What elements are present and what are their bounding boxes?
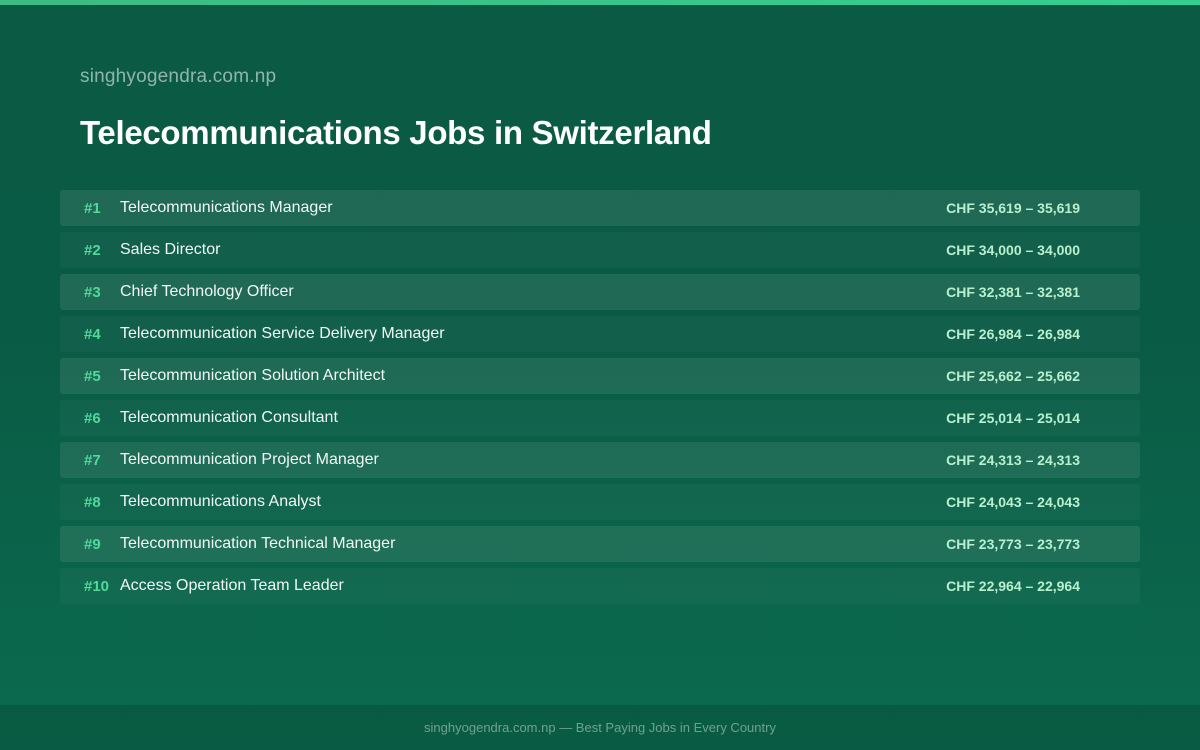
job-rank: #8 xyxy=(84,493,101,511)
job-row: #6 Telecommunication Consultant CHF 25,0… xyxy=(60,400,1140,436)
job-rank: #10 xyxy=(84,577,110,595)
job-row: #9 Telecommunication Technical Manager C… xyxy=(60,526,1140,562)
job-title: Telecommunication Technical Manager xyxy=(120,535,396,552)
job-row: #3 Chief Technology Officer CHF 32,381 –… xyxy=(60,274,1140,310)
job-title: Telecommunication Service Delivery Manag… xyxy=(120,325,445,342)
job-row: #2 Sales Director CHF 34,000 – 34,000 xyxy=(60,232,1140,268)
top-accent-bar xyxy=(0,0,1200,5)
job-row: #8 Telecommunications Analyst CHF 24,043… xyxy=(60,484,1140,520)
footer-text: singhyogendra.com.np — Best Paying Jobs … xyxy=(424,720,776,735)
footer: singhyogendra.com.np — Best Paying Jobs … xyxy=(0,705,1200,750)
job-rank: #2 xyxy=(84,241,101,259)
job-rank: #6 xyxy=(84,409,101,427)
job-salary: CHF 24,043 – 24,043 xyxy=(946,494,1080,510)
job-salary: CHF 23,773 – 23,773 xyxy=(946,536,1080,552)
job-salary: CHF 22,964 – 22,964 xyxy=(946,578,1080,594)
job-rank: #9 xyxy=(84,535,101,553)
job-title: Telecommunication Consultant xyxy=(120,409,338,426)
jobs-list: #1 Telecommunications Manager CHF 35,619… xyxy=(60,190,1140,610)
job-row: #4 Telecommunication Service Delivery Ma… xyxy=(60,316,1140,352)
job-salary: CHF 24,313 – 24,313 xyxy=(946,452,1080,468)
job-row: #10 Access Operation Team Leader CHF 22,… xyxy=(60,568,1140,604)
job-rank: #7 xyxy=(84,451,101,469)
job-salary: CHF 32,381 – 32,381 xyxy=(946,284,1080,300)
job-title: Sales Director xyxy=(120,241,221,258)
job-salary: CHF 34,000 – 34,000 xyxy=(946,242,1080,258)
site-name: singhyogendra.com.np xyxy=(80,66,277,87)
page-title: Telecommunications Jobs in Switzerland xyxy=(80,114,712,151)
job-rank: #3 xyxy=(84,283,101,301)
job-title: Chief Technology Officer xyxy=(120,283,294,300)
job-row: #5 Telecommunication Solution Architect … xyxy=(60,358,1140,394)
job-title: Telecommunication Project Manager xyxy=(120,451,379,468)
job-title: Access Operation Team Leader xyxy=(120,577,344,594)
job-row: #1 Telecommunications Manager CHF 35,619… xyxy=(60,190,1140,226)
job-salary: CHF 26,984 – 26,984 xyxy=(946,326,1080,342)
job-salary: CHF 25,014 – 25,014 xyxy=(946,410,1080,426)
job-salary: CHF 25,662 – 25,662 xyxy=(946,368,1080,384)
job-title: Telecommunications Analyst xyxy=(120,493,321,510)
job-rank: #5 xyxy=(84,367,101,385)
job-row: #7 Telecommunication Project Manager CHF… xyxy=(60,442,1140,478)
job-title: Telecommunications Manager xyxy=(120,199,333,216)
job-title: Telecommunication Solution Architect xyxy=(120,367,386,384)
job-rank: #4 xyxy=(84,325,101,343)
job-salary: CHF 35,619 – 35,619 xyxy=(946,200,1080,216)
job-rank: #1 xyxy=(84,199,101,217)
